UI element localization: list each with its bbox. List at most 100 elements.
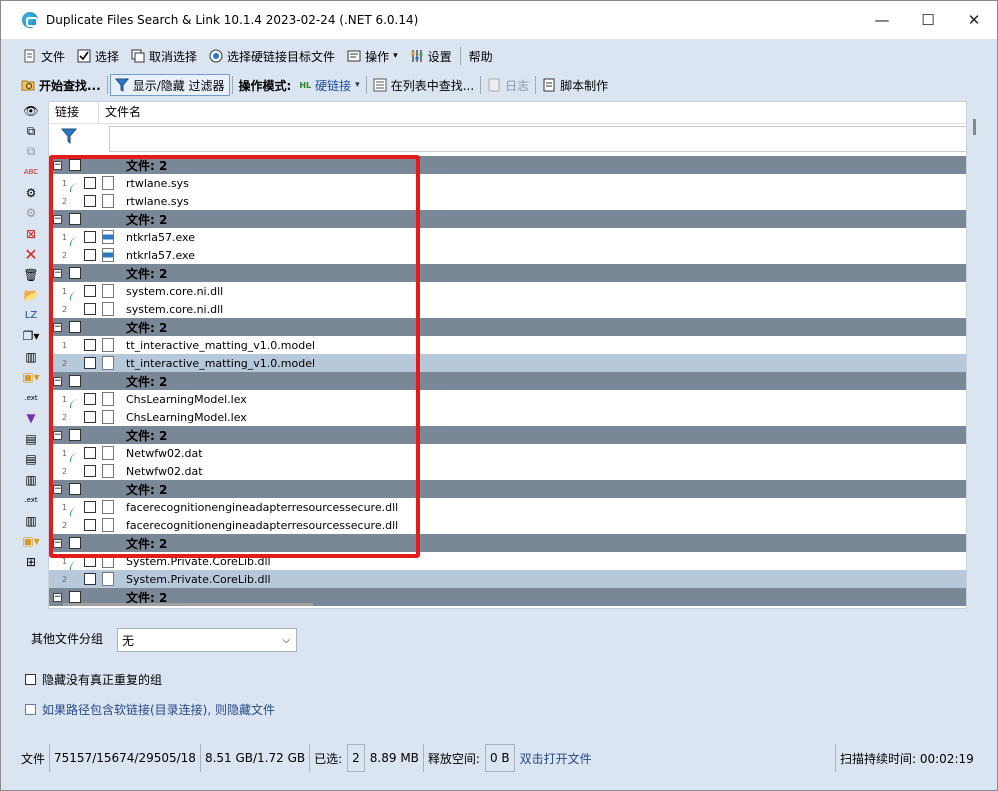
status-free-value: 0 B (484, 744, 515, 772)
window-title: Duplicate Files Search & Link 10.1.4 202… (46, 13, 419, 27)
grid-header: 链接 文件名 (49, 102, 966, 124)
menu-select-label: 选择 (95, 49, 120, 64)
toolbar-separator (231, 76, 233, 94)
chevron-down-icon: ▾ (393, 51, 398, 61)
rename-icon[interactable]: ABC (20, 163, 42, 182)
menu-deselect[interactable]: 取消选择 (125, 45, 203, 67)
filename-filter-input[interactable] (109, 126, 966, 152)
minimize-button[interactable]: — (859, 1, 905, 39)
start-search-button[interactable]: 开始查找... (17, 74, 105, 96)
status-sizes: 8.51 GB/1.72 GB (201, 744, 311, 772)
menu-deselect-label: 取消选择 (149, 49, 198, 64)
status-files-label: 文件 (17, 744, 51, 772)
hardlink-icon: HL (299, 80, 312, 90)
copy-icon[interactable]: ⧉ (20, 142, 42, 161)
filter-icon (114, 78, 129, 92)
menu-operations-label: 操作 (365, 49, 390, 64)
highlight-annotation (49, 155, 420, 558)
menu-bar: 文件 选择 取消选择 选择硬链接目标文件 操作 ▾ 设置 帮助 (17, 43, 981, 69)
folder-dropdown-icon[interactable]: ▣▾ (20, 368, 42, 387)
other-group-label: 其他文件分组 (31, 632, 104, 646)
mode-dropdown[interactable]: HL 硬链接 ▾ (295, 74, 363, 96)
ext-select-icon[interactable]: .ext (20, 491, 42, 510)
link-gear-dim-icon[interactable]: ⚙ (20, 204, 42, 223)
chevron-down-icon: ▾ (355, 80, 360, 90)
menu-select[interactable]: 选择 (71, 45, 125, 67)
log-label: 日志 (505, 78, 530, 93)
toolbar-separator (365, 76, 367, 94)
vertical-scrollbar[interactable] (973, 119, 976, 135)
collapse-icon[interactable]: − (53, 592, 62, 602)
menu-help-label: 帮助 (468, 49, 493, 64)
start-search-label: 开始查找... (39, 78, 101, 93)
dll-file-icon (102, 572, 114, 586)
menu-file[interactable]: 文件 (17, 45, 71, 67)
mode-value: 硬链接 (315, 78, 352, 93)
checkbox-box[interactable] (25, 674, 36, 685)
menu-settings[interactable]: 设置 (404, 45, 458, 67)
copy-add-icon[interactable]: ⧉ (20, 122, 42, 141)
column-center-icon[interactable]: ▥ (20, 470, 42, 489)
deselect-icon (131, 49, 145, 63)
status-open-hint: 双击打开文件 (519, 751, 592, 766)
file-index: 2 (62, 574, 68, 584)
menu-settings-label: 设置 (427, 49, 452, 64)
hardlink-target-icon (209, 49, 223, 63)
toggle-filter-label: 显示/隐藏 过滤器 (132, 78, 225, 93)
ext-filter-icon[interactable]: .ext (20, 388, 42, 407)
other-group-select[interactable]: 无 ⌵ (117, 628, 297, 652)
status-selected-label: 已选: (314, 751, 343, 766)
column-select-icon[interactable]: ▥ (20, 511, 42, 530)
other-group-value: 无 (122, 633, 135, 648)
toolbar-separator (535, 76, 537, 94)
log-button[interactable]: 日志 (483, 74, 533, 96)
toolbar-separator (106, 76, 108, 94)
folder-select-dropdown-icon[interactable]: ▣▾ (20, 532, 42, 551)
recycle-bin-icon[interactable]: 🗑 (20, 265, 42, 284)
column-icon[interactable]: ▥ (20, 347, 42, 366)
hide-no-dupes-label: 隐藏没有真正重复的组 (42, 673, 163, 687)
link-gear-icon[interactable]: ⚙ (20, 183, 42, 202)
operations-icon (347, 50, 361, 62)
eye-icon[interactable]: 👁 (20, 101, 42, 120)
script-button[interactable]: 脚本制作 (538, 74, 612, 96)
file-name: System.Private.CoreLib.dll (126, 572, 271, 586)
column-header-filename[interactable]: 文件名 (99, 102, 965, 123)
main-window: Duplicate Files Search & Link 10.1.4 202… (0, 0, 998, 791)
hide-symlink-label: 如果路径包含软链接(目录连接), 则隐藏文件 (42, 703, 275, 717)
close-button[interactable]: ✕ (951, 1, 997, 39)
find-in-list-label: 在列表中查找... (390, 78, 475, 93)
delete-link-icon[interactable]: ⊠ (20, 224, 42, 243)
file-row[interactable]: 2 System.Private.CoreLib.dll (49, 570, 966, 588)
delete-icon[interactable]: ✕ (20, 245, 42, 264)
script-label: 脚本制作 (560, 78, 609, 93)
file-checkbox[interactable] (84, 573, 96, 585)
copy-dropdown-icon[interactable]: ❐▾ (20, 327, 42, 346)
lz-compress-icon[interactable]: LZ (20, 306, 42, 325)
find-in-list-button[interactable]: 在列表中查找... (369, 74, 478, 96)
filter-column-icon[interactable]: ▼ (20, 409, 42, 428)
toggle-filter-button[interactable]: 显示/隐藏 过滤器 (109, 74, 230, 96)
group-checkbox[interactable] (69, 591, 81, 603)
menu-separator (459, 47, 461, 65)
app-icon (22, 12, 38, 28)
menu-help[interactable]: 帮助 (463, 45, 499, 67)
script-icon (543, 78, 555, 92)
checkbox-box[interactable] (25, 704, 36, 715)
maximize-button[interactable]: ☐ (905, 1, 951, 39)
hide-symlink-checkbox[interactable]: 如果路径包含软链接(目录连接), 则隐藏文件 (25, 701, 275, 718)
menu-select-hardlink-targets[interactable]: 选择硬链接目标文件 (203, 45, 341, 67)
hide-no-dupes-checkbox[interactable]: 隐藏没有真正重复的组 (25, 671, 162, 688)
column-left-icon[interactable]: ▤ (20, 429, 42, 448)
menu-file-label: 文件 (41, 49, 66, 64)
menu-operations[interactable]: 操作 ▾ (341, 45, 404, 67)
move-folder-icon[interactable]: 📂 (20, 286, 42, 305)
select-icon (77, 49, 91, 63)
mode-label: 操作模式: (238, 78, 292, 93)
funnel-icon[interactable] (61, 128, 77, 144)
column-header-link[interactable]: 链接 (49, 102, 99, 123)
menu-select-hardlink-targets-label: 选择硬链接目标文件 (227, 49, 336, 64)
grid-icon[interactable]: ⊞ (20, 552, 42, 571)
horizontal-scrollbar[interactable] (63, 603, 313, 606)
column-right-icon[interactable]: ▤ (20, 450, 42, 469)
